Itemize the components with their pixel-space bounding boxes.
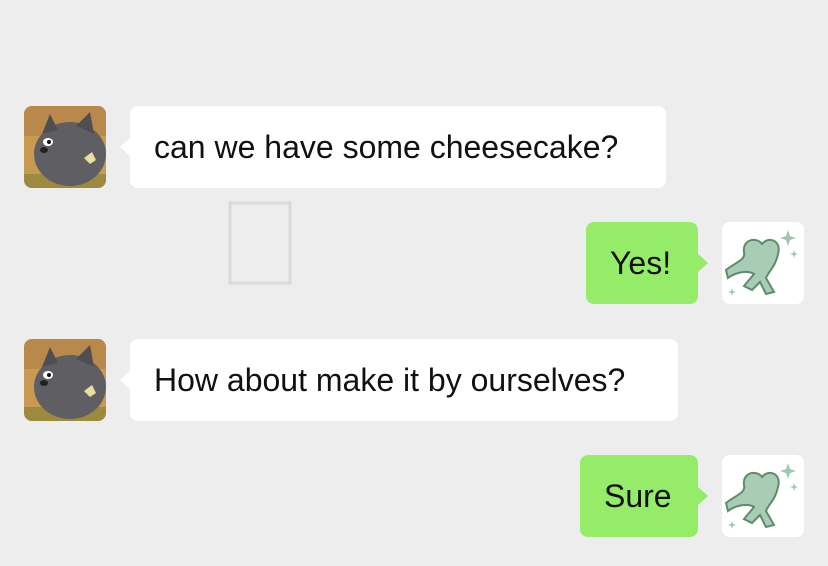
green-figure-icon [722,455,804,537]
bubble-tail [697,486,708,506]
message-bubble-outgoing[interactable]: Yes! [586,222,708,304]
message-bubble-outgoing[interactable]: Sure [580,455,708,537]
gray-cat-avatar[interactable] [24,106,106,188]
message-text: can we have some cheesecake? [154,128,619,165]
bubble-tail [120,370,131,390]
gray-cat-icon [24,106,106,188]
gray-cat-avatar[interactable] [24,339,106,421]
green-dancing-figure-avatar[interactable] [722,455,804,537]
green-figure-icon [722,222,804,304]
green-dancing-figure-avatar[interactable] [722,222,804,304]
background-watermark [228,201,292,285]
message-bubble-incoming[interactable]: can we have some cheesecake? [120,106,666,188]
message-text: Yes! [610,244,672,281]
bubble-tail [697,253,708,273]
bubble-tail [120,137,131,157]
message-text: Sure [604,477,672,514]
message-text: How about make it by ourselves? [154,361,626,398]
gray-cat-icon [24,339,106,421]
message-bubble-incoming[interactable]: How about make it by ourselves? [120,339,678,421]
